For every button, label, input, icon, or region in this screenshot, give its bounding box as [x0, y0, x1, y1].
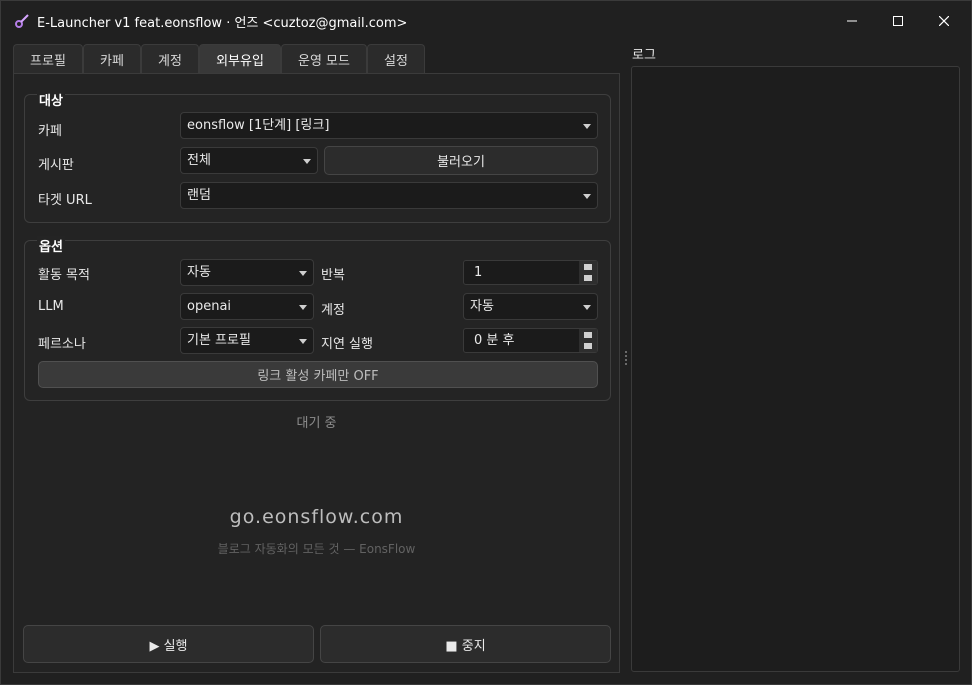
options-group-title: 옵션 — [37, 236, 65, 255]
purpose-select[interactable]: 자동 — [180, 259, 314, 286]
persona-label: 페르소나 — [38, 337, 86, 352]
chevron-down-icon — [299, 305, 307, 310]
cafe-select-value: eonsflow [1단계] [링크] — [187, 118, 330, 133]
delay-label: 지연 실행 — [321, 337, 373, 352]
link-active-cafe-toggle[interactable]: 링크 활성 카페만 OFF — [38, 361, 598, 388]
app-logo-icon — [15, 14, 29, 28]
external-inflow-panel: 대상 카페 eonsflow [1단계] [링크] 게시판 전체 불러오기 타겟… — [13, 73, 620, 673]
target-url-select-value: 랜덤 — [187, 188, 211, 203]
board-label: 게시판 — [38, 158, 74, 173]
tab-account[interactable]: 계정 — [141, 44, 199, 73]
run-button[interactable]: ▶ 실행 — [23, 625, 314, 663]
board-select[interactable]: 전체 — [180, 147, 318, 174]
status-text: 대기 중 — [296, 416, 337, 431]
cafe-label: 카페 — [38, 124, 62, 139]
repeat-stepper[interactable] — [579, 261, 597, 284]
options-group: 옵션 활동 목적 자동 반복 1 LLM openai 계정 자동 페르소나 기… — [24, 236, 611, 401]
repeat-spinbox[interactable]: 1 — [463, 260, 598, 285]
window-title: E-Launcher v1 feat.eonsflow · 언즈 <cuztoz… — [37, 16, 408, 31]
purpose-select-value: 자동 — [187, 265, 211, 280]
board-select-value: 전체 — [187, 153, 211, 168]
persona-select[interactable]: 기본 프로필 — [180, 327, 314, 354]
target-group: 대상 카페 eonsflow [1단계] [링크] 게시판 전체 불러오기 타겟… — [24, 90, 611, 223]
llm-label: LLM — [38, 299, 64, 314]
step-up-icon[interactable] — [584, 332, 592, 338]
delay-stepper[interactable] — [579, 329, 597, 352]
repeat-value: 1 — [474, 265, 483, 280]
delay-spinbox[interactable]: 0 분 후 — [463, 328, 598, 353]
log-output[interactable] — [631, 66, 960, 672]
chevron-down-icon — [583, 124, 591, 129]
llm-select[interactable]: openai — [180, 293, 314, 320]
target-url-select[interactable]: 랜덤 — [180, 182, 598, 209]
title-bar[interactable]: E-Launcher v1 feat.eonsflow · 언즈 <cuztoz… — [1, 1, 971, 41]
minimize-button[interactable] — [829, 1, 875, 41]
purpose-label: 활동 목적 — [38, 268, 90, 283]
chevron-down-icon — [299, 271, 307, 276]
account-select-value: 자동 — [470, 299, 494, 314]
tab-external-inflow[interactable]: 외부유입 — [199, 44, 281, 73]
stop-button[interactable]: ■ 중지 — [320, 625, 611, 663]
log-label: 로그 — [632, 48, 656, 63]
tab-settings[interactable]: 설정 — [367, 44, 425, 73]
chevron-down-icon — [303, 159, 311, 164]
chevron-down-icon — [583, 194, 591, 199]
tab-operation-mode[interactable]: 운영 모드 — [281, 44, 367, 73]
account-select[interactable]: 자동 — [463, 293, 598, 320]
app-window: E-Launcher v1 feat.eonsflow · 언즈 <cuztoz… — [0, 0, 972, 685]
minimize-icon — [847, 20, 857, 22]
repeat-label: 반복 — [321, 268, 345, 283]
brand-tagline: 블로그 자동화의 모든 것 — EonsFlow — [217, 542, 416, 556]
persona-select-value: 기본 프로필 — [187, 333, 251, 348]
splitter-handle[interactable] — [625, 351, 628, 369]
load-button[interactable]: 불러오기 — [324, 146, 598, 175]
delay-value: 0 분 후 — [474, 333, 515, 348]
account-label: 계정 — [321, 303, 345, 318]
step-down-icon[interactable] — [584, 343, 592, 349]
cafe-select[interactable]: eonsflow [1단계] [링크] — [180, 112, 598, 139]
llm-select-value: openai — [187, 299, 232, 314]
close-button[interactable] — [921, 1, 967, 41]
tab-cafe[interactable]: 카페 — [83, 44, 141, 73]
step-down-icon[interactable] — [584, 275, 592, 281]
tab-profile[interactable]: 프로필 — [13, 44, 83, 73]
brand-url: go.eonsflow.com — [229, 506, 404, 528]
chevron-down-icon — [299, 339, 307, 344]
target-group-title: 대상 — [37, 90, 65, 109]
step-up-icon[interactable] — [584, 264, 592, 270]
chevron-down-icon — [583, 305, 591, 310]
close-icon — [939, 16, 949, 26]
maximize-icon — [893, 16, 903, 26]
maximize-button[interactable] — [875, 1, 921, 41]
target-url-label: 타겟 URL — [38, 193, 92, 208]
